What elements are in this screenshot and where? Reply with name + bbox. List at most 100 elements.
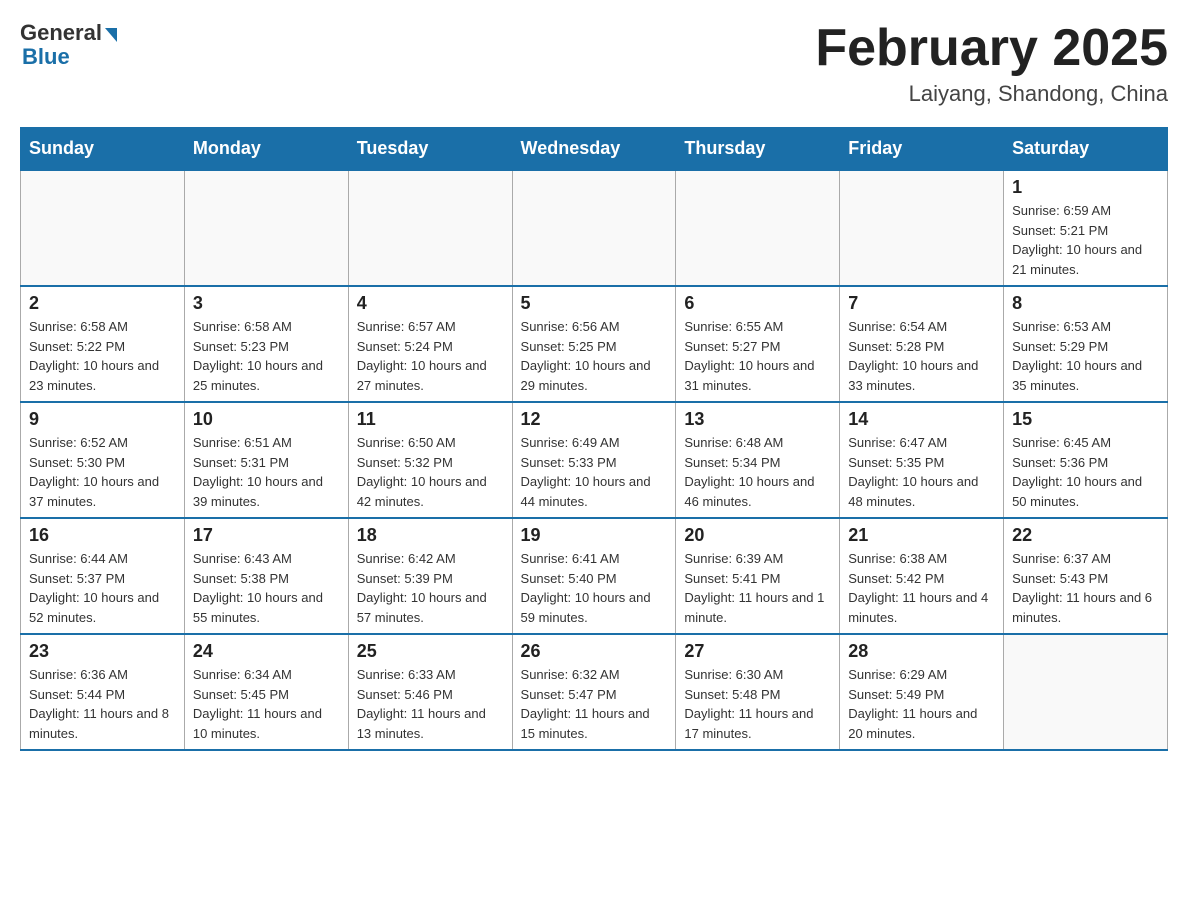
day-info: Sunrise: 6:37 AMSunset: 5:43 PMDaylight:…	[1012, 549, 1159, 627]
day-info: Sunrise: 6:54 AMSunset: 5:28 PMDaylight:…	[848, 317, 995, 395]
day-of-week-header: Saturday	[1004, 128, 1168, 171]
calendar-day-cell: 4Sunrise: 6:57 AMSunset: 5:24 PMDaylight…	[348, 286, 512, 402]
day-number: 25	[357, 641, 504, 662]
day-info: Sunrise: 6:52 AMSunset: 5:30 PMDaylight:…	[29, 433, 176, 511]
day-of-week-header: Thursday	[676, 128, 840, 171]
day-number: 10	[193, 409, 340, 430]
day-info: Sunrise: 6:56 AMSunset: 5:25 PMDaylight:…	[521, 317, 668, 395]
day-info: Sunrise: 6:36 AMSunset: 5:44 PMDaylight:…	[29, 665, 176, 743]
location-subtitle: Laiyang, Shandong, China	[815, 81, 1168, 107]
calendar-day-cell	[184, 170, 348, 286]
day-info: Sunrise: 6:49 AMSunset: 5:33 PMDaylight:…	[521, 433, 668, 511]
day-info: Sunrise: 6:58 AMSunset: 5:22 PMDaylight:…	[29, 317, 176, 395]
calendar-day-cell: 7 Sunrise: 6:54 AMSunset: 5:28 PMDaylight…	[840, 286, 1004, 402]
calendar-week-row: 16 Sunrise: 6:44 AMSunset: 5:37 PMDayligh…	[21, 518, 1168, 634]
day-number: 28	[848, 641, 995, 662]
calendar-day-cell: 2 Sunrise: 6:58 AMSunset: 5:22 PMDaylight…	[21, 286, 185, 402]
day-number: 12	[521, 409, 668, 430]
calendar-week-row: 23 Sunrise: 6:36 AMSunset: 5:44 PMDayligh…	[21, 634, 1168, 750]
day-number: 13	[684, 409, 831, 430]
calendar-day-cell: 15 Sunrise: 6:45 AMSunset: 5:36 PMDayligh…	[1004, 402, 1168, 518]
day-info: Sunrise: 6:29 AMSunset: 5:49 PMDaylight:…	[848, 665, 995, 743]
day-of-week-header: Wednesday	[512, 128, 676, 171]
day-info: Sunrise: 6:53 AMSunset: 5:29 PMDaylight:…	[1012, 317, 1159, 395]
calendar-day-cell: 17Sunrise: 6:43 AMSunset: 5:38 PMDayligh…	[184, 518, 348, 634]
calendar-day-cell	[512, 170, 676, 286]
day-info: Sunrise: 6:41 AMSunset: 5:40 PMDaylight:…	[521, 549, 668, 627]
day-number: 23	[29, 641, 176, 662]
calendar-day-cell: 19 Sunrise: 6:41 AMSunset: 5:40 PMDayligh…	[512, 518, 676, 634]
calendar-day-cell: 25 Sunrise: 6:33 AMSunset: 5:46 PMDayligh…	[348, 634, 512, 750]
day-number: 8	[1012, 293, 1159, 314]
month-title: February 2025	[815, 20, 1168, 77]
calendar-day-cell: 5 Sunrise: 6:56 AMSunset: 5:25 PMDaylight…	[512, 286, 676, 402]
day-info: Sunrise: 6:33 AMSunset: 5:46 PMDaylight:…	[357, 665, 504, 743]
day-info: Sunrise: 6:51 AMSunset: 5:31 PMDaylight:…	[193, 433, 340, 511]
calendar-day-cell: 3 Sunrise: 6:58 AMSunset: 5:23 PMDaylight…	[184, 286, 348, 402]
calendar-day-cell: 8 Sunrise: 6:53 AMSunset: 5:29 PMDaylight…	[1004, 286, 1168, 402]
calendar-day-cell	[1004, 634, 1168, 750]
day-number: 20	[684, 525, 831, 546]
page-header: General Blue February 2025 Laiyang, Shan…	[20, 20, 1168, 107]
day-number: 22	[1012, 525, 1159, 546]
calendar-day-cell: 6Sunrise: 6:55 AMSunset: 5:27 PMDaylight…	[676, 286, 840, 402]
day-number: 11	[357, 409, 504, 430]
calendar-week-row: 2 Sunrise: 6:58 AMSunset: 5:22 PMDaylight…	[21, 286, 1168, 402]
day-number: 15	[1012, 409, 1159, 430]
day-info: Sunrise: 6:47 AMSunset: 5:35 PMDaylight:…	[848, 433, 995, 511]
calendar-day-cell	[840, 170, 1004, 286]
day-of-week-header: Sunday	[21, 128, 185, 171]
calendar-day-cell: 21 Sunrise: 6:38 AMSunset: 5:42 PMDayligh…	[840, 518, 1004, 634]
day-info: Sunrise: 6:44 AMSunset: 5:37 PMDaylight:…	[29, 549, 176, 627]
calendar-day-cell: 28 Sunrise: 6:29 AMSunset: 5:49 PMDayligh…	[840, 634, 1004, 750]
day-number: 21	[848, 525, 995, 546]
day-info: Sunrise: 6:57 AMSunset: 5:24 PMDaylight:…	[357, 317, 504, 395]
calendar-day-cell: 16 Sunrise: 6:44 AMSunset: 5:37 PMDayligh…	[21, 518, 185, 634]
day-info: Sunrise: 6:48 AMSunset: 5:34 PMDaylight:…	[684, 433, 831, 511]
day-number: 9	[29, 409, 176, 430]
day-number: 18	[357, 525, 504, 546]
calendar-week-row: 1 Sunrise: 6:59 AMSunset: 5:21 PMDaylight…	[21, 170, 1168, 286]
day-info: Sunrise: 6:45 AMSunset: 5:36 PMDaylight:…	[1012, 433, 1159, 511]
calendar-day-cell: 13 Sunrise: 6:48 AMSunset: 5:34 PMDayligh…	[676, 402, 840, 518]
day-number: 24	[193, 641, 340, 662]
day-info: Sunrise: 6:55 AMSunset: 5:27 PMDaylight:…	[684, 317, 831, 395]
logo: General Blue	[20, 20, 117, 70]
calendar-day-cell: 23 Sunrise: 6:36 AMSunset: 5:44 PMDayligh…	[21, 634, 185, 750]
calendar-day-cell: 27 Sunrise: 6:30 AMSunset: 5:48 PMDayligh…	[676, 634, 840, 750]
calendar-day-cell: 22 Sunrise: 6:37 AMSunset: 5:43 PMDayligh…	[1004, 518, 1168, 634]
calendar-day-cell	[676, 170, 840, 286]
calendar-day-cell: 10 Sunrise: 6:51 AMSunset: 5:31 PMDayligh…	[184, 402, 348, 518]
day-number: 5	[521, 293, 668, 314]
calendar-day-cell: 24 Sunrise: 6:34 AMSunset: 5:45 PMDayligh…	[184, 634, 348, 750]
day-number: 2	[29, 293, 176, 314]
calendar-day-cell: 9 Sunrise: 6:52 AMSunset: 5:30 PMDaylight…	[21, 402, 185, 518]
day-info: Sunrise: 6:50 AMSunset: 5:32 PMDaylight:…	[357, 433, 504, 511]
day-info: Sunrise: 6:34 AMSunset: 5:45 PMDaylight:…	[193, 665, 340, 743]
day-number: 1	[1012, 177, 1159, 198]
title-area: February 2025 Laiyang, Shandong, China	[815, 20, 1168, 107]
calendar-week-row: 9 Sunrise: 6:52 AMSunset: 5:30 PMDaylight…	[21, 402, 1168, 518]
day-number: 3	[193, 293, 340, 314]
day-info: Sunrise: 6:38 AMSunset: 5:42 PMDaylight:…	[848, 549, 995, 627]
day-info: Sunrise: 6:30 AMSunset: 5:48 PMDaylight:…	[684, 665, 831, 743]
day-number: 7	[848, 293, 995, 314]
day-info: Sunrise: 6:59 AMSunset: 5:21 PMDaylight:…	[1012, 201, 1159, 279]
calendar-day-cell: 11 Sunrise: 6:50 AMSunset: 5:32 PMDayligh…	[348, 402, 512, 518]
day-info: Sunrise: 6:42 AMSunset: 5:39 PMDaylight:…	[357, 549, 504, 627]
calendar-day-cell: 14Sunrise: 6:47 AMSunset: 5:35 PMDayligh…	[840, 402, 1004, 518]
day-of-week-header: Tuesday	[348, 128, 512, 171]
day-number: 27	[684, 641, 831, 662]
calendar-day-cell	[21, 170, 185, 286]
calendar-table: SundayMondayTuesdayWednesdayThursdayFrid…	[20, 127, 1168, 751]
day-info: Sunrise: 6:58 AMSunset: 5:23 PMDaylight:…	[193, 317, 340, 395]
day-info: Sunrise: 6:39 AMSunset: 5:41 PMDaylight:…	[684, 549, 831, 627]
calendar-day-cell	[348, 170, 512, 286]
calendar-day-cell: 12 Sunrise: 6:49 AMSunset: 5:33 PMDayligh…	[512, 402, 676, 518]
day-number: 19	[521, 525, 668, 546]
calendar-day-cell: 18 Sunrise: 6:42 AMSunset: 5:39 PMDayligh…	[348, 518, 512, 634]
day-of-week-header: Monday	[184, 128, 348, 171]
calendar-day-cell: 1 Sunrise: 6:59 AMSunset: 5:21 PMDaylight…	[1004, 170, 1168, 286]
day-number: 16	[29, 525, 176, 546]
day-info: Sunrise: 6:43 AMSunset: 5:38 PMDaylight:…	[193, 549, 340, 627]
